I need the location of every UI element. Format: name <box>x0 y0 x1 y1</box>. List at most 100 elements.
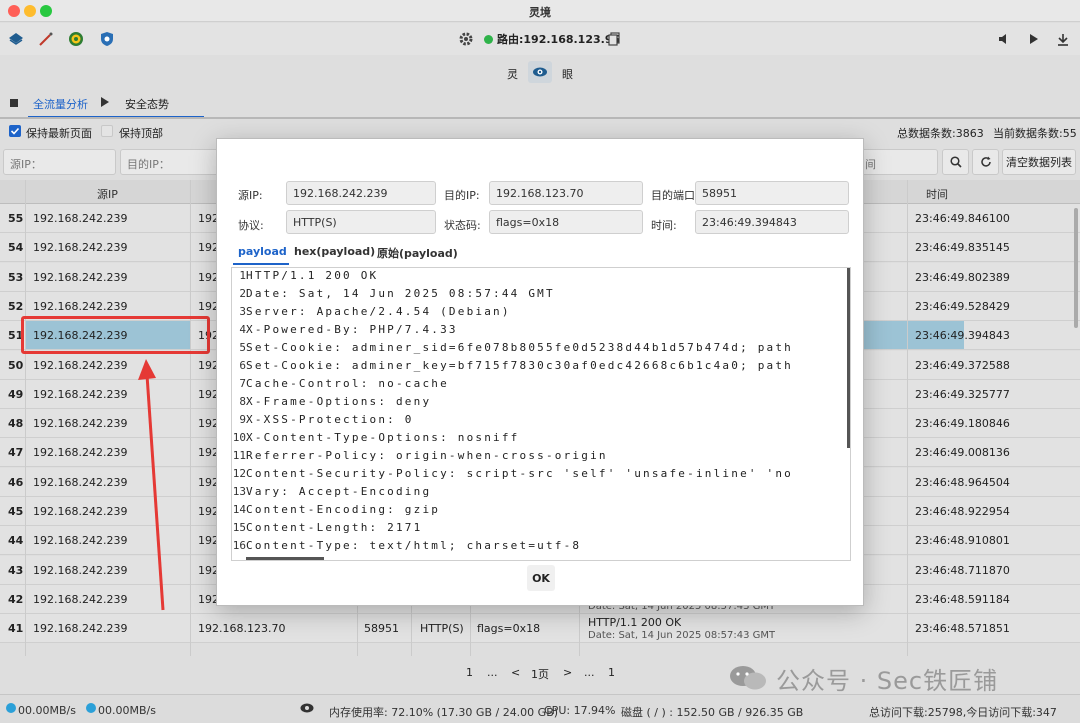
row-src-ip: 192.168.242.239 <box>33 534 128 548</box>
row-time: 23:46:49.528429 <box>915 299 1010 313</box>
payload-hscrollbar[interactable] <box>246 557 324 560</box>
payload-line: 10X-Content-Type-Options: nosniff <box>232 431 850 449</box>
line-text: Vary: Accept-Encoding <box>246 485 432 498</box>
page-ellipsis-left[interactable]: ... <box>487 666 498 679</box>
shield-icon[interactable] <box>99 31 115 47</box>
page-current[interactable]: 1页 <box>531 666 549 682</box>
row-dst-ip: 192.168.123.70 <box>198 622 286 636</box>
row-number: 52 <box>8 299 24 313</box>
search-button[interactable] <box>942 149 969 175</box>
keep-latest-checkbox[interactable] <box>9 125 21 137</box>
line-number: 9 <box>239 413 246 426</box>
row-src-ip: 192.168.242.239 <box>33 299 128 313</box>
modal-proto-label: 协议: <box>238 219 264 232</box>
page-prev[interactable]: < <box>511 666 520 679</box>
modal-dst-port-label: 目的端口: <box>651 189 699 202</box>
route-status: 路由:192.168.123.95 <box>484 31 620 47</box>
row-time: 23:46:49.802389 <box>915 270 1010 284</box>
line-text: X-Frame-Options: deny <box>246 395 432 408</box>
modal-proto-field[interactable]: HTTP(S) <box>286 210 436 234</box>
table-row[interactable]: 41 192.168.242.239 192.168.123.70 58951 HTTP… <box>0 614 1080 644</box>
tab-payload[interactable]: payload <box>238 245 287 258</box>
title-bar: 灵境 <box>0 0 1080 22</box>
play-icon[interactable] <box>1026 31 1042 47</box>
row-time: 23:46:48.591184 <box>915 592 1010 606</box>
annotation-arrow <box>138 359 165 611</box>
payload-line: 6Set-Cookie: adminer_key=bf715f7830c30af… <box>232 359 850 377</box>
modal-time-label: 时间: <box>651 219 677 232</box>
modal-dst-port-field[interactable]: 58951 <box>695 181 849 205</box>
total-count: 总数据条数:3863 <box>897 127 984 140</box>
search-icon <box>949 156 962 168</box>
tab-hex-payload[interactable]: hex(payload) <box>294 245 375 258</box>
line-number: 10 <box>232 431 246 444</box>
modal-status-field[interactable]: flags=0x18 <box>489 210 643 234</box>
download-icon[interactable] <box>1055 31 1071 47</box>
line-text: HTTP/1.1 200 OK <box>246 269 379 282</box>
row-time: 23:46:49.394843 <box>915 329 1010 343</box>
payload-line: 14Content-Encoding: gzip <box>232 503 850 521</box>
row-info: HTTP/1.1 200 OK <box>588 616 682 630</box>
table-scrollbar[interactable] <box>1074 208 1078 328</box>
upload-speed: 00.00MB/s <box>18 704 76 717</box>
chat-bubble-icon <box>730 666 766 690</box>
row-time: 23:46:49.008136 <box>915 446 1010 460</box>
logo-left-text: 灵 <box>507 68 518 81</box>
src-ip-filter-input[interactable]: 源IP： <box>3 149 116 175</box>
target-icon[interactable] <box>68 31 84 47</box>
play-small-icon[interactable] <box>101 97 109 110</box>
payload-scrollbar[interactable] <box>847 268 850 448</box>
current-count: 当前数据条数:55 <box>993 127 1077 140</box>
modal-dst-ip-field[interactable]: 192.168.123.70 <box>489 181 643 205</box>
line-number: 4 <box>239 323 246 336</box>
refresh-button[interactable] <box>972 149 999 175</box>
page-next[interactable]: > <box>563 666 572 679</box>
row-number: 43 <box>8 563 24 577</box>
wand-icon[interactable] <box>38 31 54 47</box>
keep-top-checkbox[interactable] <box>101 125 113 137</box>
line-number: 3 <box>239 305 246 318</box>
time-filter-input[interactable]: 间 <box>858 149 938 175</box>
tab-raw-payload[interactable]: 原始(payload) <box>377 245 458 261</box>
copy-icon[interactable] <box>606 31 622 47</box>
memory-usage: 内存使用率: 72.10% (17.30 GB / 24.00 GB) <box>329 706 559 719</box>
annotation-highlight-box <box>21 316 210 354</box>
row-time: 23:46:48.910801 <box>915 534 1010 548</box>
dst-ip-filter-input[interactable]: 目的IP： <box>120 149 220 175</box>
row-number: 54 <box>8 241 24 255</box>
ok-button[interactable]: OK <box>527 565 555 591</box>
payload-line: 7Cache-Control: no-cache <box>232 377 850 395</box>
stop-icon[interactable] <box>10 99 18 107</box>
line-number: 14 <box>232 503 246 516</box>
row-src-ip: 192.168.242.239 <box>33 417 128 431</box>
watermark-text: 公众号 · Sec铁匠铺 <box>776 666 999 695</box>
upload-icon <box>6 703 16 713</box>
row-time: 23:46:49.372588 <box>915 358 1010 372</box>
clear-data-button[interactable]: 清空数据列表 <box>1002 149 1076 175</box>
row-src-ip: 192.168.242.239 <box>33 475 128 489</box>
payload-viewer[interactable]: 1HTTP/1.1 200 OK 2Date: Sat, 14 Jun 2025 … <box>231 267 851 561</box>
row-number: 47 <box>8 446 24 460</box>
page-ellipsis-right[interactable]: ... <box>584 666 595 679</box>
page-last[interactable]: 1 <box>608 666 615 679</box>
line-text: X-Content-Type-Options: nosniff <box>246 431 520 444</box>
page-first[interactable]: 1 <box>466 666 473 679</box>
modal-time-field[interactable]: 23:46:49.394843 <box>695 210 849 234</box>
disk-usage: 磁盘 ( / ) : 152.50 GB / 926.35 GB <box>621 706 804 719</box>
volume-icon[interactable] <box>996 31 1012 47</box>
modal-src-ip-field[interactable]: 192.168.242.239 <box>286 181 436 205</box>
payload-line: 11Referrer-Policy: origin-when-cross-ori… <box>232 449 850 467</box>
layers-icon[interactable] <box>8 31 24 47</box>
row-time: 23:46:49.180846 <box>915 417 1010 431</box>
line-number: 16 <box>232 539 246 552</box>
gear-icon[interactable] <box>458 31 474 47</box>
row-number: 46 <box>8 475 24 489</box>
tab-security-posture[interactable]: 安全态势 <box>125 96 169 112</box>
logo-row: 灵 眼 <box>0 60 1080 86</box>
row-src-ip: 192.168.242.239 <box>33 387 128 401</box>
row-src-ip: 192.168.242.239 <box>33 358 128 372</box>
row-number: 49 <box>8 387 24 401</box>
tab-traffic-analysis[interactable]: 全流量分析 <box>33 96 88 112</box>
eye-icon[interactable] <box>300 703 314 716</box>
row-number: 55 <box>8 212 24 225</box>
